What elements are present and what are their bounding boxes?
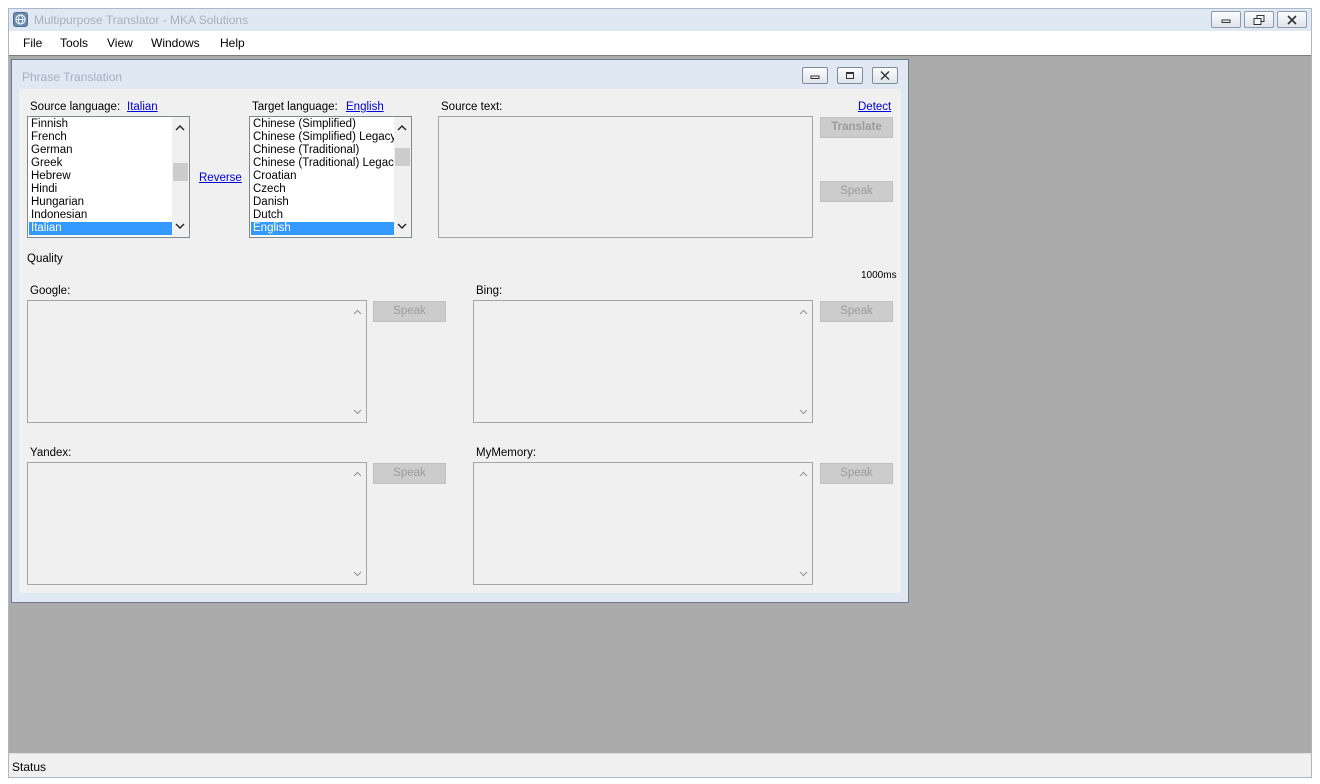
- scroll-up-icon[interactable]: [353, 471, 362, 477]
- mdi-workspace: Phrase Translation Source language: Ital…: [9, 55, 1311, 753]
- bing-label: Bing:: [476, 285, 503, 297]
- reverse-link[interactable]: Reverse: [199, 172, 242, 184]
- target-language-list[interactable]: Chinese (Simplified) Chinese (Simplified)…: [249, 116, 412, 238]
- scroll-up-icon[interactable]: [397, 124, 407, 131]
- mymemory-output[interactable]: [473, 462, 813, 585]
- google-output[interactable]: [27, 300, 367, 423]
- app-window: Multipurpose Translator - MKA Solutions …: [8, 8, 1312, 778]
- restore-icon: [1253, 15, 1265, 25]
- detect-link[interactable]: Detect: [858, 101, 891, 113]
- scroll-down-icon[interactable]: [799, 409, 808, 415]
- yandex-output[interactable]: [27, 462, 367, 585]
- source-speak-button[interactable]: Speak: [820, 181, 893, 202]
- source-language-link[interactable]: Italian: [127, 101, 158, 113]
- list-item[interactable]: Danish: [251, 196, 394, 209]
- source-text-input[interactable]: [438, 116, 813, 238]
- scroll-down-icon[interactable]: [175, 223, 185, 230]
- list-item[interactable]: French: [29, 131, 172, 144]
- list-item[interactable]: Hebrew: [29, 170, 172, 183]
- list-item[interactable]: Chinese (Simplified) Legacy: [251, 131, 396, 144]
- menu-windows[interactable]: Windows: [151, 36, 200, 50]
- scroll-thumb[interactable]: [173, 163, 188, 181]
- target-language-link[interactable]: English: [346, 101, 384, 113]
- google-speak-button[interactable]: Speak: [373, 301, 446, 322]
- yandex-speak-button[interactable]: Speak: [373, 463, 446, 484]
- minimize-icon: [810, 75, 820, 79]
- child-minimize-button[interactable]: [802, 67, 828, 84]
- google-output-scrollbar[interactable]: [349, 301, 366, 422]
- minimize-button[interactable]: [1211, 11, 1241, 28]
- phrase-translation-window: Phrase Translation Source language: Ital…: [11, 59, 909, 603]
- scroll-down-icon[interactable]: [353, 409, 362, 415]
- list-item[interactable]: Hungarian: [29, 196, 172, 209]
- target-list-scrollbar[interactable]: [394, 117, 411, 237]
- status-text: Status: [12, 760, 47, 774]
- menu-help[interactable]: Help: [220, 36, 245, 50]
- list-item[interactable]: Czech: [251, 183, 394, 196]
- translate-button[interactable]: Translate: [820, 117, 893, 138]
- list-item[interactable]: Chinese (Traditional): [251, 144, 394, 157]
- scroll-down-icon[interactable]: [799, 571, 808, 577]
- source-language-label: Source language:: [30, 101, 121, 113]
- target-language-label: Target language:: [252, 101, 338, 113]
- mymemory-output-scrollbar[interactable]: [795, 463, 812, 584]
- scroll-up-icon[interactable]: [353, 309, 362, 315]
- source-list-scrollbar[interactable]: [172, 117, 189, 237]
- scroll-up-icon[interactable]: [799, 309, 808, 315]
- app-title: Multipurpose Translator - MKA Solutions: [34, 13, 249, 27]
- scroll-up-icon[interactable]: [799, 471, 808, 477]
- minimize-icon: [1221, 19, 1231, 23]
- yandex-label: Yandex:: [30, 447, 72, 459]
- latency-value: 1000ms: [861, 270, 897, 281]
- list-item[interactable]: Greek: [29, 157, 172, 170]
- list-item[interactable]: Dutch: [251, 209, 394, 222]
- scroll-up-icon[interactable]: [175, 124, 185, 131]
- child-close-button[interactable]: [872, 67, 898, 84]
- menu-file[interactable]: File: [23, 36, 42, 50]
- list-item[interactable]: Finnish: [29, 118, 172, 131]
- close-icon: [880, 71, 890, 80]
- list-item[interactable]: Hindi: [29, 183, 172, 196]
- status-bar: Status: [9, 753, 1311, 777]
- list-item[interactable]: German: [29, 144, 172, 157]
- maximize-icon: [846, 72, 854, 79]
- list-item[interactable]: English: [251, 222, 394, 235]
- quality-label: Quality: [27, 253, 63, 265]
- scroll-down-icon[interactable]: [353, 571, 362, 577]
- scroll-down-icon[interactable]: [397, 223, 407, 230]
- app-title-bar[interactable]: Multipurpose Translator - MKA Solutions: [9, 9, 1311, 31]
- google-label: Google:: [30, 285, 71, 297]
- phrase-translation-panel: Source language: Italian Finnish French Ge…: [19, 89, 901, 593]
- bing-output-scrollbar[interactable]: [795, 301, 812, 422]
- close-icon: [1287, 15, 1297, 25]
- scroll-thumb[interactable]: [395, 148, 410, 166]
- source-language-list[interactable]: Finnish French German Greek Hebrew Hindi Hunga…: [27, 116, 190, 238]
- target-language-items: Chinese (Simplified) Chinese (Simplified)…: [251, 118, 400, 235]
- list-item[interactable]: Chinese (Simplified): [251, 118, 394, 131]
- list-item[interactable]: Indonesian: [29, 209, 172, 222]
- mymemory-speak-button[interactable]: Speak: [820, 463, 893, 484]
- yandex-output-scrollbar[interactable]: [349, 463, 366, 584]
- bing-speak-button[interactable]: Speak: [820, 301, 893, 322]
- globe-icon: [13, 12, 28, 27]
- child-maximize-button[interactable]: [837, 67, 863, 84]
- source-language-items: Finnish French German Greek Hebrew Hindi Hunga…: [29, 118, 172, 235]
- restore-button[interactable]: [1244, 11, 1274, 28]
- list-item[interactable]: Chinese (Traditional) Legacy: [251, 157, 400, 170]
- phrase-window-title: Phrase Translation: [22, 70, 123, 84]
- list-item[interactable]: Croatian: [251, 170, 394, 183]
- menu-view[interactable]: View: [107, 36, 133, 50]
- list-item[interactable]: Italian: [29, 222, 172, 235]
- menu-bar: File Tools View Windows Help: [9, 31, 1311, 55]
- menu-tools[interactable]: Tools: [60, 36, 88, 50]
- mymemory-label: MyMemory:: [476, 447, 537, 459]
- bing-output[interactable]: [473, 300, 813, 423]
- close-button[interactable]: [1277, 11, 1307, 28]
- source-text-label: Source text:: [441, 101, 503, 113]
